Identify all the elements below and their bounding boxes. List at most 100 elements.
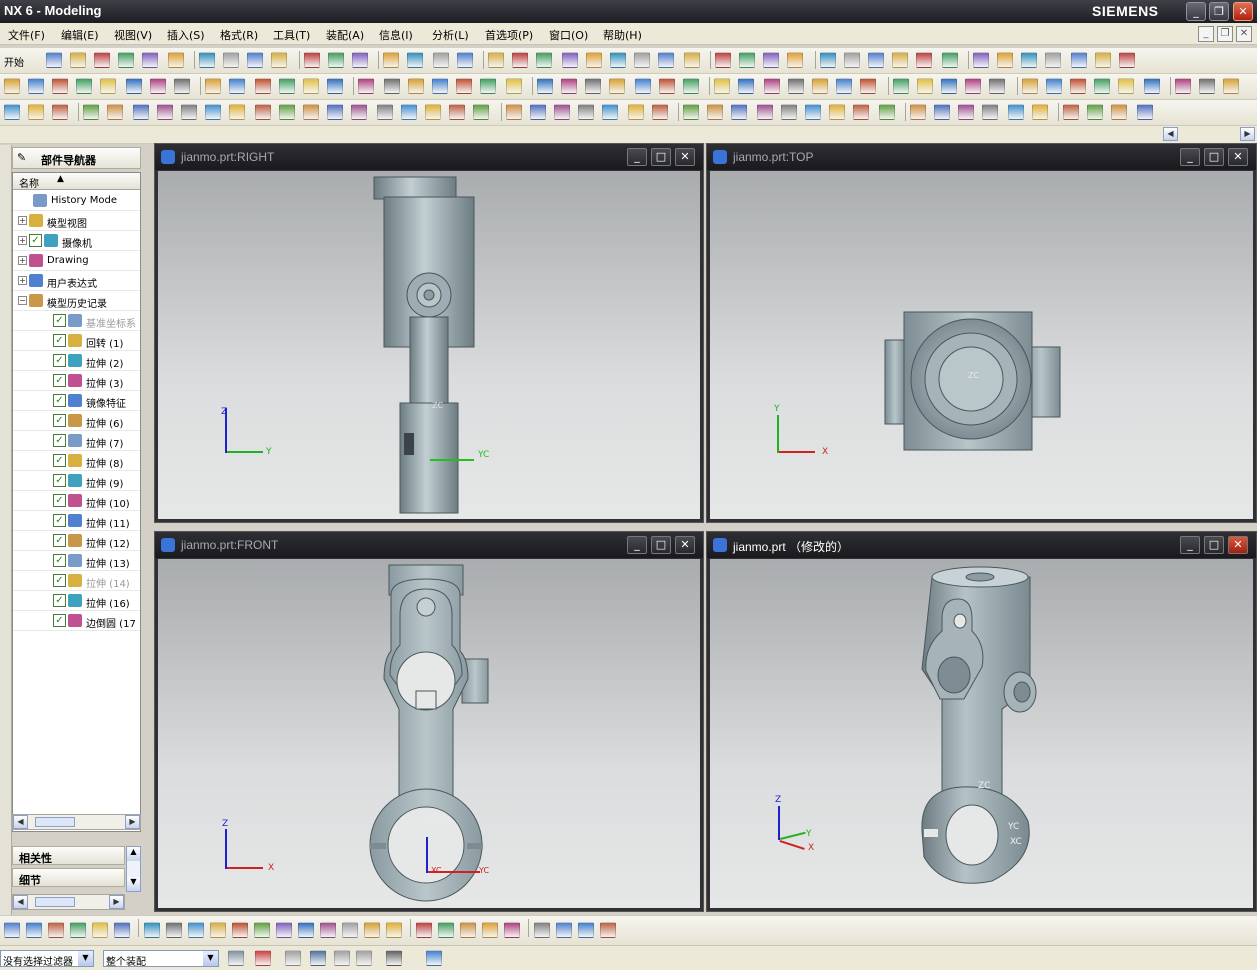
toolbar-button-icon[interactable] — [714, 78, 730, 94]
viewport-front[interactable]: jianmo.prt:FRONT _ □ ✕ Z X ZC XC YC — [154, 531, 704, 912]
section-vertical-scrollbar[interactable]: ▲ ▼ — [126, 846, 141, 892]
toolbar-button-icon[interactable] — [683, 104, 699, 120]
toolbar-button-icon[interactable] — [1021, 52, 1037, 68]
toolbar-button-icon[interactable] — [610, 52, 626, 68]
graphics-area[interactable]: Y X ZC — [710, 171, 1253, 519]
toolbar-button-icon[interactable] — [457, 52, 473, 68]
toolbar-button-icon[interactable] — [304, 52, 320, 68]
toolbar-button-icon[interactable] — [358, 78, 374, 94]
tree-item[interactable]: ✓ 回转 (1) — [13, 331, 140, 351]
toolbar-button-icon[interactable] — [1199, 78, 1215, 94]
selection-tool-icon[interactable] — [356, 950, 372, 966]
toolbar-button-icon[interactable] — [449, 104, 465, 120]
visibility-checkbox[interactable]: ✓ — [53, 414, 66, 427]
toolbar-button-icon[interactable] — [320, 922, 336, 938]
toolbar-button-icon[interactable] — [893, 78, 909, 94]
toolbar-button-icon[interactable] — [133, 104, 149, 120]
toolbar-button-icon[interactable] — [298, 922, 314, 938]
selection-tool-icon[interactable] — [426, 950, 442, 966]
tree-item[interactable]: ✓ 拉伸 (11) — [13, 511, 140, 531]
visibility-checkbox[interactable]: ✓ — [53, 434, 66, 447]
viewport-right[interactable]: jianmo.prt:RIGHT _ □ ✕ Z Y ZC YC — [154, 143, 704, 523]
toolbar-button-icon[interactable] — [386, 922, 402, 938]
toolbar-button-icon[interactable] — [652, 104, 668, 120]
menu-view[interactable]: 视图(V) — [114, 27, 152, 43]
toolbar-button-icon[interactable] — [1022, 78, 1038, 94]
visibility-checkbox[interactable]: ✓ — [53, 534, 66, 547]
chevron-down-icon[interactable]: ▼ — [78, 951, 93, 966]
toolbar-button-icon[interactable] — [934, 104, 950, 120]
tree-item[interactable]: History Mode — [13, 191, 140, 211]
toolbar-button-icon[interactable] — [482, 922, 498, 938]
toolbar-button-icon[interactable] — [942, 52, 958, 68]
toolbar-button-icon[interactable] — [150, 78, 166, 94]
toolbar-button-icon[interactable] — [1032, 104, 1048, 120]
toolbar-button-icon[interactable] — [279, 104, 295, 120]
toolbar-button-icon[interactable] — [658, 52, 674, 68]
toolbar-button-icon[interactable] — [562, 52, 578, 68]
toolbar-button-icon[interactable] — [787, 52, 803, 68]
toolbar-button-icon[interactable] — [973, 52, 989, 68]
selection-scope-dropdown[interactable]: 整个装配 ▼ — [103, 950, 219, 968]
graphics-area[interactable]: Z Y X ZC YC XC — [710, 559, 1253, 908]
menu-tools[interactable]: 工具(T) — [273, 27, 310, 43]
close-icon[interactable]: ✕ — [1233, 2, 1253, 21]
toolbar-button-icon[interactable] — [586, 52, 602, 68]
visibility-checkbox[interactable]: ✓ — [53, 394, 66, 407]
toolbar-button-icon[interactable] — [48, 922, 64, 938]
close-icon[interactable]: ✕ — [675, 148, 695, 166]
visibility-checkbox[interactable]: ✓ — [53, 374, 66, 387]
toolbar-button-icon[interactable] — [100, 78, 116, 94]
toolbar-button-icon[interactable] — [941, 78, 957, 94]
toolbar-button-icon[interactable] — [456, 78, 472, 94]
toolbar-button-icon[interactable] — [433, 52, 449, 68]
menu-preferences[interactable]: 首选项(P) — [485, 27, 533, 43]
graphics-area[interactable]: Z X ZC XC YC — [158, 559, 700, 908]
menu-format[interactable]: 格式(R) — [220, 27, 258, 43]
scroll-thumb[interactable] — [35, 817, 75, 827]
visibility-checkbox[interactable]: ✓ — [53, 594, 66, 607]
tree-item[interactable]: + 用户表达式 — [13, 271, 140, 291]
toolbar-button-icon[interactable] — [958, 104, 974, 120]
tree-item[interactable]: ✓ 拉伸 (14) — [13, 571, 140, 591]
chevron-down-icon[interactable]: ▼ — [203, 951, 218, 966]
menu-file[interactable]: 文件(F) — [8, 27, 45, 43]
tree-item[interactable]: + 模型视图 — [13, 211, 140, 231]
tree-item[interactable]: ✓ 拉伸 (9) — [13, 471, 140, 491]
toolbar-button-icon[interactable] — [168, 52, 184, 68]
toolbar-button-icon[interactable] — [836, 78, 852, 94]
toolbar-button-icon[interactable] — [763, 52, 779, 68]
toolbar-button-icon[interactable] — [506, 78, 522, 94]
toolbar-button-icon[interactable] — [537, 78, 553, 94]
toolbar-button-icon[interactable] — [916, 52, 932, 68]
collapse-icon[interactable]: − — [18, 296, 27, 305]
scroll-right-icon[interactable]: ▶ — [1240, 127, 1255, 141]
selection-tool-icon[interactable] — [310, 950, 326, 966]
toolbar-button-icon[interactable] — [561, 78, 577, 94]
toolbar-button-icon[interactable] — [829, 104, 845, 120]
toolbar-button-icon[interactable] — [844, 52, 860, 68]
mdi-close-icon[interactable]: ✕ — [1236, 26, 1252, 42]
toolbar-button-icon[interactable] — [578, 104, 594, 120]
toolbar-button-icon[interactable] — [917, 78, 933, 94]
toolbar-button-icon[interactable] — [910, 104, 926, 120]
tree-item[interactable]: ✓ 基准坐标系 — [13, 311, 140, 331]
toolbar-button-icon[interactable] — [1118, 78, 1134, 94]
toolbar-button-icon[interactable] — [377, 104, 393, 120]
toolbar-button-icon[interactable] — [731, 104, 747, 120]
menu-edit[interactable]: 编辑(E) — [61, 27, 99, 43]
toolbar-button-icon[interactable] — [92, 922, 108, 938]
maximize-icon[interactable]: □ — [1204, 536, 1224, 554]
tree-item[interactable]: − 模型历史记录 — [13, 291, 140, 311]
toolbar-button-icon[interactable] — [634, 52, 650, 68]
toolbar-button-icon[interactable] — [1094, 78, 1110, 94]
toolbar-button-icon[interactable] — [1045, 52, 1061, 68]
toolbar-button-icon[interactable] — [600, 922, 616, 938]
menu-analysis[interactable]: 分析(L) — [432, 27, 469, 43]
toolbar-button-icon[interactable] — [738, 78, 754, 94]
toolbar-button-icon[interactable] — [1063, 104, 1079, 120]
toolbar-button-icon[interactable] — [303, 104, 319, 120]
menu-info[interactable]: 信息(I) — [379, 27, 413, 43]
toolbar-button-icon[interactable] — [384, 78, 400, 94]
toolbar-button-icon[interactable] — [247, 52, 263, 68]
